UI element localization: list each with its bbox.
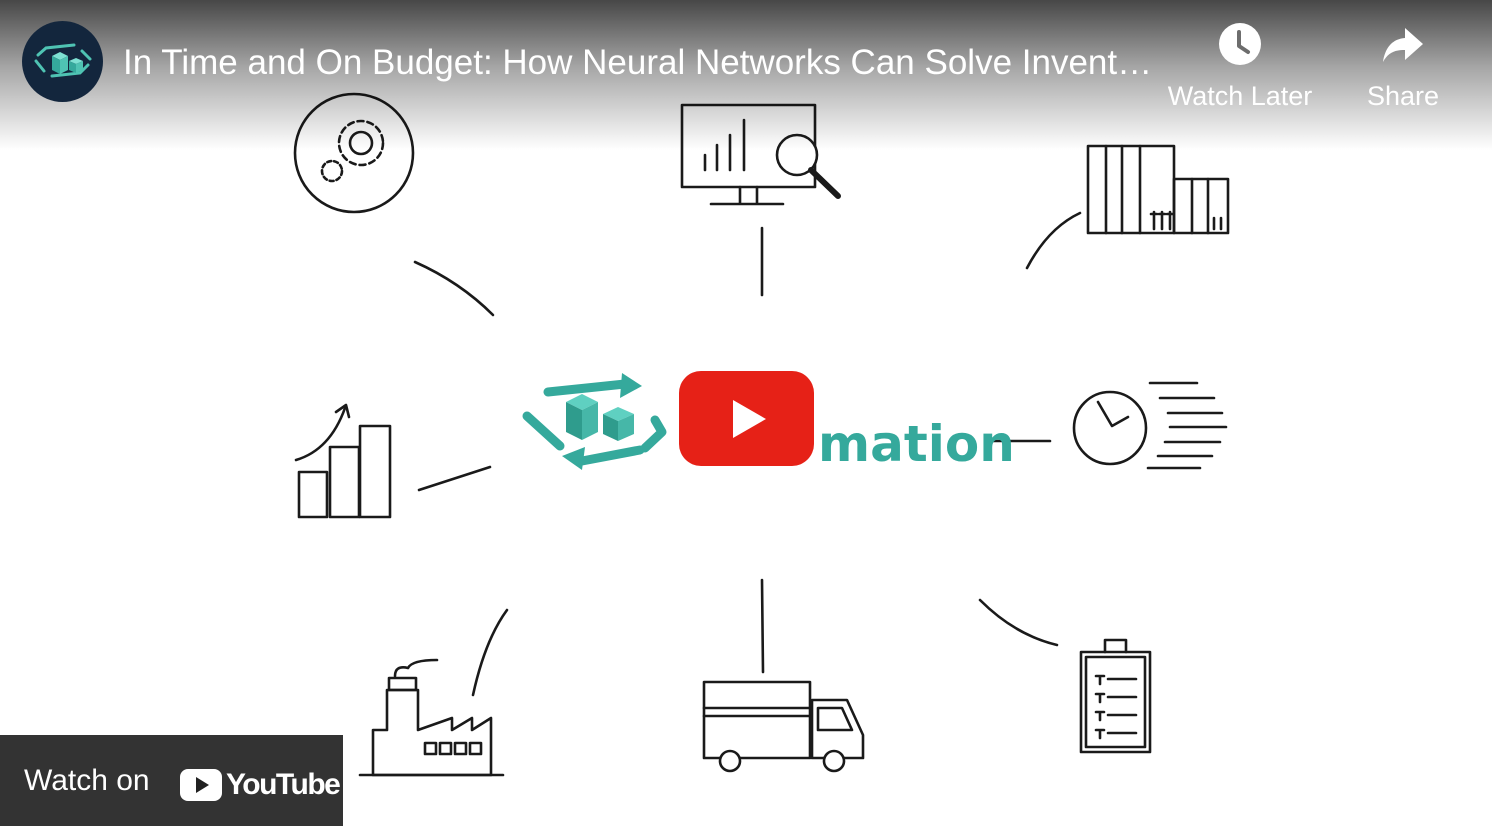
video-player[interactable]: mation In Time and On Budget: How Neural… — [0, 0, 1492, 826]
boxes-cycle-logo-icon — [34, 43, 92, 78]
automation-wordmark: mation — [818, 415, 1015, 473]
play-icon — [679, 371, 814, 466]
watch-on-label: Watch on — [24, 764, 150, 797]
youtube-play-icon — [180, 769, 222, 801]
youtube-wordmark: YouTube — [226, 768, 341, 801]
channel-avatar[interactable] — [22, 21, 103, 102]
share-label: Share — [1366, 81, 1440, 111]
connector-line — [760, 578, 765, 674]
share-arrow-icon — [1383, 28, 1423, 62]
watch-later-button[interactable]: Watch Later — [1160, 22, 1320, 113]
watch-on-youtube-button[interactable]: Watch on YouTube — [0, 735, 343, 826]
play-button[interactable] — [679, 371, 814, 466]
watch-later-label: Watch Later — [1167, 81, 1313, 111]
youtube-logo: YouTube — [180, 767, 341, 803]
share-button[interactable]: Share — [1355, 22, 1451, 113]
video-title-link[interactable]: In Time and On Budget: How Neural Networ… — [123, 40, 1153, 86]
clock-icon — [1219, 23, 1261, 65]
